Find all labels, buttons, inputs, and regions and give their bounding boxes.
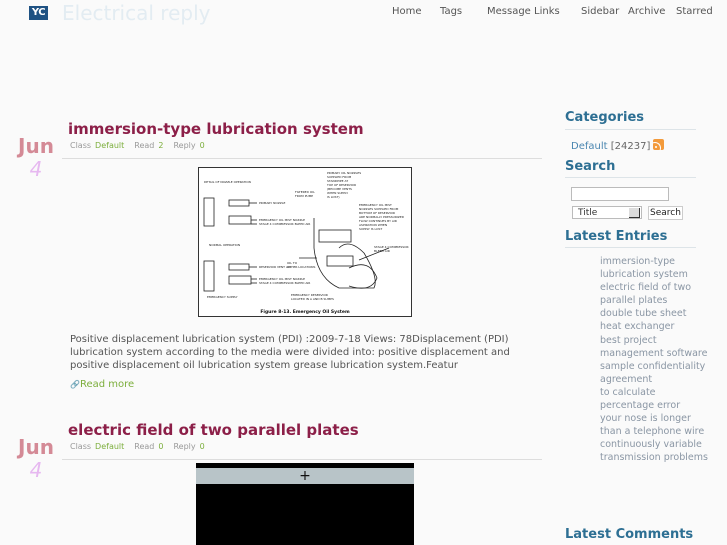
site-title[interactable]: Electrical reply <box>62 1 210 25</box>
post-divider <box>62 158 542 159</box>
read-count: 2 <box>158 141 164 150</box>
latest-entry-link[interactable]: to calculate percentage error <box>600 386 710 412</box>
site-header: YC Electrical reply Home Tags Message Li… <box>0 0 727 30</box>
latest-entry-link[interactable]: sample confidentiality agreement <box>600 360 710 386</box>
svg-text:STAGE 4 COMPRESSOR BLEED AIR: STAGE 4 COMPRESSOR BLEED AIR <box>259 222 310 226</box>
class-label: Class <box>70 442 92 451</box>
search-button[interactable]: Search <box>648 206 683 220</box>
svg-text:DETAIL OF NOZZLE OPERATION: DETAIL OF NOZZLE OPERATION <box>204 180 251 184</box>
latest-entries-list: immersion-type lubrication system electr… <box>600 255 710 465</box>
reply-count: 0 <box>199 442 205 451</box>
link-icon: 🔗 <box>70 380 80 389</box>
latest-entry-link[interactable]: continuously variable transmission probl… <box>600 438 710 464</box>
read-label: Read <box>134 141 155 150</box>
post-title[interactable]: electric field of two parallel plates <box>68 421 359 439</box>
post-meta: Class Default Read 2 Reply 0 <box>70 141 205 150</box>
nav-home[interactable]: Home <box>392 6 422 17</box>
diagram-drawing: DETAIL OF NOZZLE OPERATION PRIMARY NOZZL… <box>203 171 409 301</box>
date-month: Jun <box>18 134 54 158</box>
reply-label: Reply <box>173 442 196 451</box>
post-meta: Class Default Read 0 Reply 0 <box>70 442 205 451</box>
video-control-bar: + <box>196 468 414 484</box>
categories-heading: Categories <box>565 110 645 125</box>
post-excerpt: Positive displacement lubrication system… <box>70 334 510 371</box>
site-logo[interactable]: YC <box>29 6 48 20</box>
svg-text:BLEED AIR: BLEED AIR <box>374 249 390 253</box>
class-label: Class <box>70 141 92 150</box>
search-field-select[interactable]: Title <box>572 206 642 219</box>
latest-entry-link[interactable]: your nose is longer than a telephone wir… <box>600 412 710 438</box>
nav-starred[interactable]: Starred <box>676 6 713 17</box>
latest-entries-heading: Latest Entries <box>565 229 668 244</box>
reply-count: 0 <box>199 141 205 150</box>
class-value[interactable]: Default <box>95 141 124 150</box>
nav-message[interactable]: Message <box>487 6 531 17</box>
latest-entry-link[interactable]: double tube sheet heat exchanger <box>600 307 710 333</box>
heading-rule <box>565 129 696 130</box>
date-day: 4 <box>29 157 43 181</box>
rss-feed-icon[interactable] <box>653 139 665 150</box>
post-figure-emergency-oil-system: DETAIL OF NOZZLE OPERATION PRIMARY NOZZL… <box>198 167 412 317</box>
svg-text:SUPPLY IS LOST: SUPPLY IS LOST <box>359 227 382 231</box>
latest-entry-link[interactable]: immersion-type lubrication system <box>600 255 710 281</box>
search-input[interactable] <box>571 187 669 201</box>
category-item: Default [24237] <box>571 139 665 152</box>
read-label: Read <box>134 442 155 451</box>
date-month: Jun <box>18 435 54 459</box>
svg-text:LOCATED IN A AND B SUMPS: LOCATED IN A AND B SUMPS <box>291 297 334 301</box>
read-more-link[interactable]: 🔗Read more <box>70 379 134 390</box>
post-date: Jun 4 <box>14 134 58 180</box>
reply-label: Reply <box>173 141 196 150</box>
svg-text:STAGE 4 COMPRESSOR BLEED AIR: STAGE 4 COMPRESSOR BLEED AIR <box>259 281 310 285</box>
post-date: Jun 4 <box>14 435 58 481</box>
nav-tags[interactable]: Tags <box>440 6 462 17</box>
plus-icon[interactable]: + <box>299 468 311 484</box>
date-day: 4 <box>29 458 43 482</box>
category-count: [24237] <box>610 141 651 152</box>
dropdown-arrow-icon <box>629 208 640 218</box>
post-video-embed[interactable]: + <box>196 463 414 545</box>
heading-rule <box>565 177 696 178</box>
search-heading: Search <box>565 159 616 174</box>
svg-text:OTHER LOCATIONS: OTHER LOCATIONS <box>287 265 316 269</box>
svg-text:FROM PUMP: FROM PUMP <box>295 194 313 198</box>
latest-entry-link[interactable]: best project management software <box>600 334 710 360</box>
svg-text:IS LOST): IS LOST) <box>327 195 340 199</box>
read-more-label: Read more <box>79 379 135 390</box>
nav-archive[interactable]: Archive <box>628 6 665 17</box>
svg-text:PRIMARY NOZZLE: PRIMARY NOZZLE <box>259 201 285 205</box>
heading-rule <box>565 247 696 248</box>
svg-text:EMERGENCY SUPPLY: EMERGENCY SUPPLY <box>207 295 238 299</box>
figure-caption: Figure 8-13. Emergency Oil System <box>260 310 350 315</box>
svg-text:NORMAL OPERATION: NORMAL OPERATION <box>209 243 240 247</box>
nav-links[interactable]: Links <box>534 6 560 17</box>
latest-comments-heading: Latest Comments <box>565 527 694 542</box>
category-default-link[interactable]: Default <box>571 141 608 152</box>
nav-sidebar[interactable]: Sidebar <box>581 6 619 17</box>
post-divider <box>62 459 542 460</box>
search-select-value: Title <box>578 208 598 218</box>
read-count: 0 <box>158 442 164 451</box>
latest-entry-link[interactable]: electric field of two parallel plates <box>600 281 710 307</box>
post-title[interactable]: immersion-type lubrication system <box>68 120 364 138</box>
class-value[interactable]: Default <box>95 442 124 451</box>
